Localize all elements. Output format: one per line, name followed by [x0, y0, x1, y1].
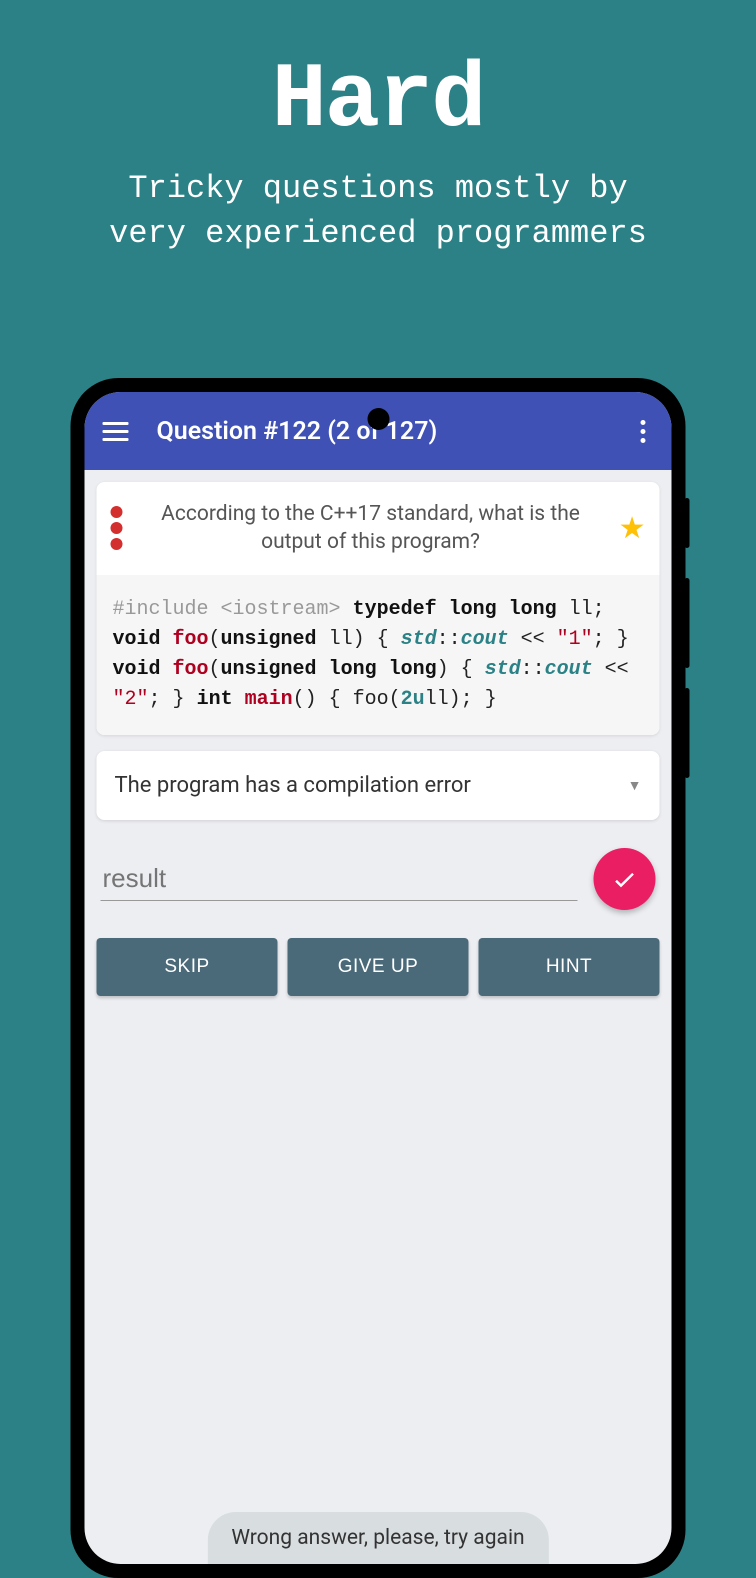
code-main: main — [245, 688, 293, 711]
answer-dropdown[interactable]: The program has a compilation error ▼ — [97, 751, 660, 820]
favorite-star-icon[interactable]: ★ — [619, 511, 646, 546]
code-void2: void — [113, 658, 173, 681]
code-call-rest: ll); — [425, 688, 473, 711]
promo-subtitle-line2: very experienced programmers — [109, 215, 647, 252]
code-op1: << — [509, 628, 557, 651]
code-str2: "2" — [113, 688, 149, 711]
more-icon[interactable] — [633, 412, 654, 451]
code-str1: "1" — [557, 628, 593, 651]
code-block: #include <iostream> typedef long long ll… — [97, 575, 660, 735]
code-foo1: foo — [173, 628, 209, 651]
code-p2: ( — [209, 658, 221, 681]
volume-up-button — [685, 578, 690, 668]
code-cout1: cout — [461, 628, 509, 651]
volume-down-button — [685, 688, 690, 778]
content-area: According to the C++17 standard, what is… — [85, 470, 672, 1088]
hint-button[interactable]: HINT — [479, 938, 660, 996]
promo-subtitle-line1: Tricky questions mostly by — [128, 170, 627, 207]
code-close2: } — [173, 688, 185, 711]
question-header: According to the C++17 standard, what is… — [97, 482, 660, 575]
code-main-sig: () { — [293, 688, 341, 711]
hamburger-icon[interactable] — [103, 422, 129, 441]
code-num: 2u — [401, 688, 425, 711]
phone-frame: Question #122 (2 of 127) According to th… — [71, 378, 686, 1578]
code-std1: std — [401, 628, 437, 651]
skip-button[interactable]: SKIP — [97, 938, 278, 996]
chevron-down-icon: ▼ — [628, 777, 642, 794]
app-bar-title: Question #122 (2 of 127) — [157, 417, 633, 446]
code-p1: ( — [209, 628, 221, 651]
question-prompt: According to the C++17 standard, what is… — [135, 500, 607, 557]
promo-subtitle: Tricky questions mostly by very experien… — [0, 167, 756, 257]
code-p2b: ) { — [437, 658, 473, 681]
code-typedef-kw: typedef long long — [353, 598, 557, 621]
result-input[interactable] — [101, 857, 578, 901]
code-unsigned2: unsigned long long — [221, 658, 437, 681]
code-dc1: :: — [437, 628, 461, 651]
code-dc2: :: — [521, 658, 545, 681]
dropdown-selected-text: The program has a compilation error — [115, 773, 471, 798]
giveup-button[interactable]: GIVE UP — [288, 938, 469, 996]
promo-title: Hard — [0, 48, 756, 153]
camera-notch — [367, 408, 389, 430]
code-int: int — [197, 688, 245, 711]
code-typedef-rest: ll; — [557, 598, 605, 621]
code-semi2: ; — [149, 688, 161, 711]
answer-input-row — [97, 848, 660, 910]
app-bar: Question #122 (2 of 127) — [85, 392, 672, 470]
code-cout2: cout — [545, 658, 593, 681]
code-foo2: foo — [173, 658, 209, 681]
code-semi1: ; — [593, 628, 605, 651]
code-op2: << — [593, 658, 629, 681]
submit-button[interactable] — [594, 848, 656, 910]
code-call: foo( — [353, 688, 401, 711]
code-std2: std — [485, 658, 521, 681]
check-icon — [611, 865, 639, 893]
code-p1b: ll) { — [317, 628, 389, 651]
action-button-row: SKIP GIVE UP HINT — [97, 938, 660, 996]
question-card: According to the C++17 standard, what is… — [97, 482, 660, 735]
code-close3: } — [485, 688, 497, 711]
code-void1: void — [113, 628, 173, 651]
difficulty-indicator — [111, 506, 123, 550]
code-close1: } — [617, 628, 629, 651]
power-button — [685, 498, 690, 548]
phone-screen: Question #122 (2 of 127) According to th… — [85, 392, 672, 1564]
toast-message: Wrong answer, please, try again — [207, 1512, 548, 1564]
code-include: #include <iostream> — [113, 598, 341, 621]
code-unsigned1: unsigned — [221, 628, 317, 651]
